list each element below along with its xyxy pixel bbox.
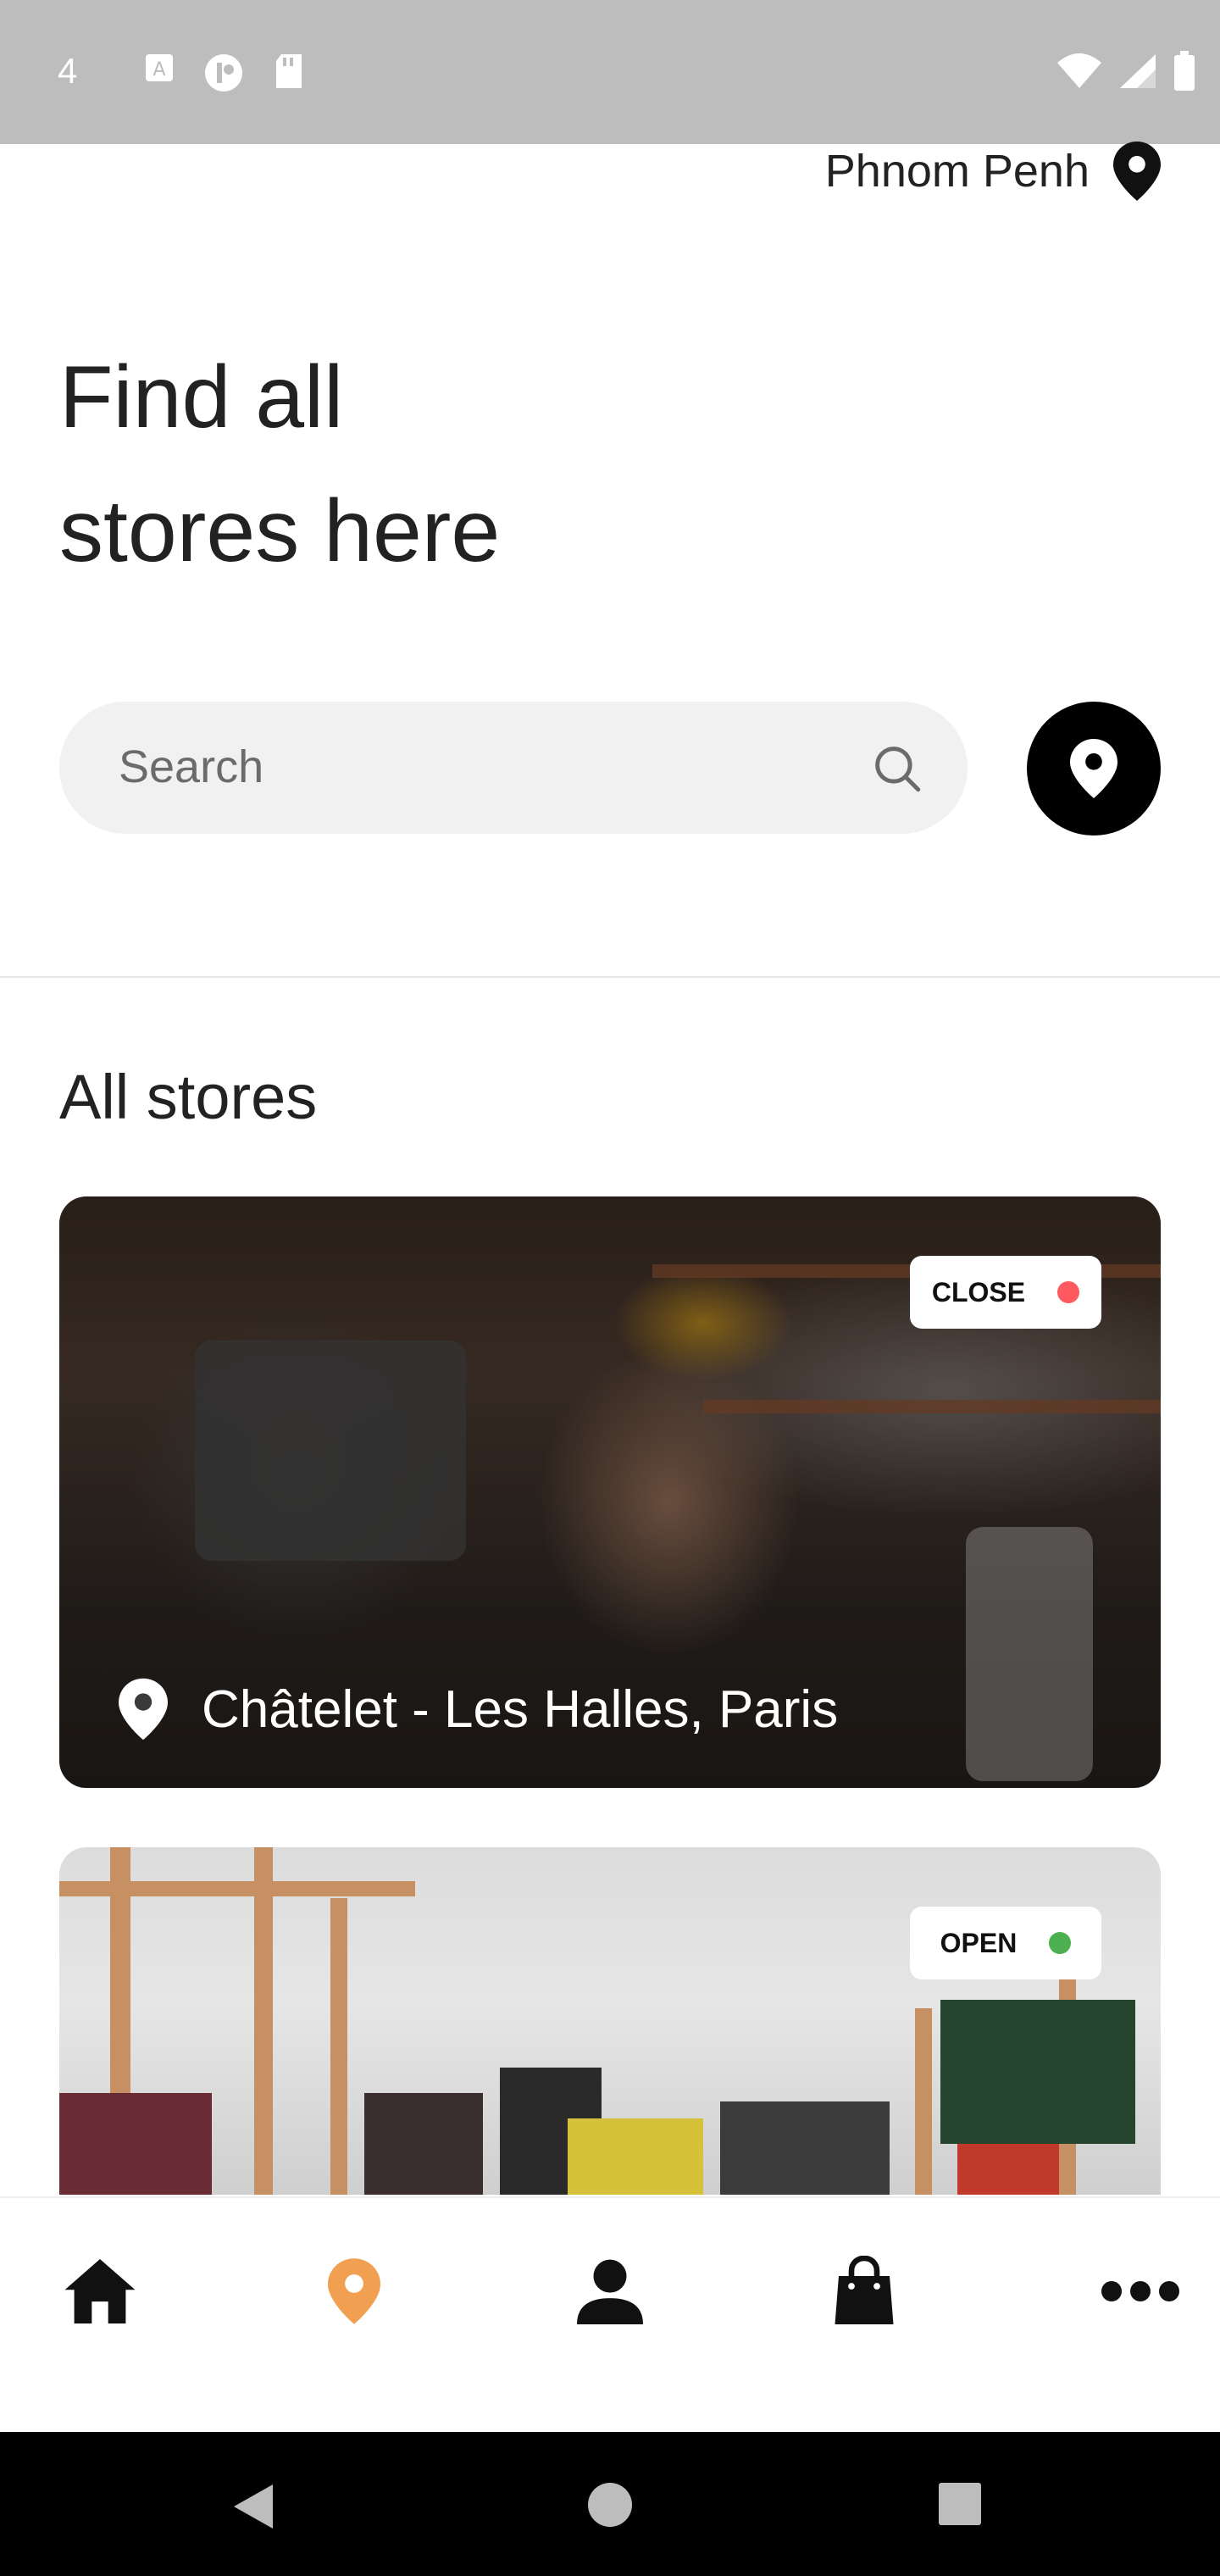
nav-profile[interactable]: [559, 2249, 661, 2334]
status-bar: 4 A: [0, 0, 1220, 144]
nav-bag[interactable]: [813, 2249, 915, 2334]
store-card[interactable]: CLOSE Châtelet - Les Halles, Paris: [59, 1196, 1161, 1788]
sd-card-icon: [273, 53, 305, 93]
more-icon: [1101, 2281, 1179, 2301]
recents-icon[interactable]: [937, 2481, 983, 2527]
store-image-detail: [364, 2093, 483, 2195]
nav-stores[interactable]: [303, 2249, 405, 2334]
wifi-icon: [1057, 53, 1101, 88]
search-input[interactable]: Search: [59, 702, 968, 834]
store-location: Châtelet - Les Halles, Paris: [119, 1678, 838, 1740]
battery-icon: [1174, 51, 1195, 91]
a-icon: A: [144, 53, 175, 86]
divider: [0, 976, 1220, 978]
back-icon[interactable]: [229, 2481, 278, 2532]
store-location-text: Châtelet - Les Halles, Paris: [202, 1679, 839, 1739]
status-label: CLOSE: [931, 1276, 1026, 1307]
home-button-icon[interactable]: [586, 2481, 634, 2529]
search-icon[interactable]: [869, 741, 925, 797]
home-icon: [64, 2259, 136, 2323]
store-image-detail: [568, 2118, 703, 2195]
search-placeholder: Search: [119, 741, 264, 792]
location-name: Phnom Penh: [824, 146, 1090, 197]
store-image-detail: [254, 1847, 273, 2195]
status-dot: [1057, 1281, 1080, 1303]
store-image-detail: [59, 1881, 415, 1896]
section-title: All stores: [59, 1062, 318, 1132]
page-title-line2: stores here: [59, 482, 501, 580]
page-title-line1: Find all: [59, 348, 344, 447]
app-icon: [203, 53, 244, 97]
store-image-detail: [59, 2093, 212, 2195]
location-pin-icon: [1113, 142, 1161, 201]
svg-text:A: A: [152, 59, 165, 80]
signal-icon: [1120, 54, 1156, 88]
map-button[interactable]: [1027, 702, 1161, 836]
store-card[interactable]: OPEN: [59, 1847, 1161, 2195]
store-image-detail: [915, 2008, 932, 2195]
store-image-detail: [330, 1898, 347, 2195]
location-icon: [328, 2258, 380, 2324]
profile-icon: [577, 2259, 643, 2324]
bottom-navigation: [0, 2196, 1220, 2434]
status-time: 4: [58, 51, 78, 91]
store-image-detail: [720, 2101, 890, 2195]
store-image-detail: [957, 2144, 1059, 2195]
store-image-detail: [940, 2000, 1135, 2144]
bag-icon: [835, 2256, 894, 2324]
status-label: OPEN: [940, 1927, 1018, 1958]
status-dot: [1049, 1932, 1072, 1954]
page-title: Find all stores here: [59, 330, 822, 598]
nav-more[interactable]: [1081, 2249, 1200, 2334]
status-badge: OPEN: [910, 1907, 1101, 1979]
location-pin-icon: [1070, 739, 1117, 798]
status-icons-right: [1056, 51, 1196, 92]
location-pin-icon: [119, 1678, 168, 1740]
current-location[interactable]: Phnom Penh: [825, 141, 1161, 202]
nav-home[interactable]: [49, 2249, 151, 2334]
status-badge: CLOSE: [910, 1256, 1101, 1329]
system-navigation: [0, 2432, 1220, 2576]
